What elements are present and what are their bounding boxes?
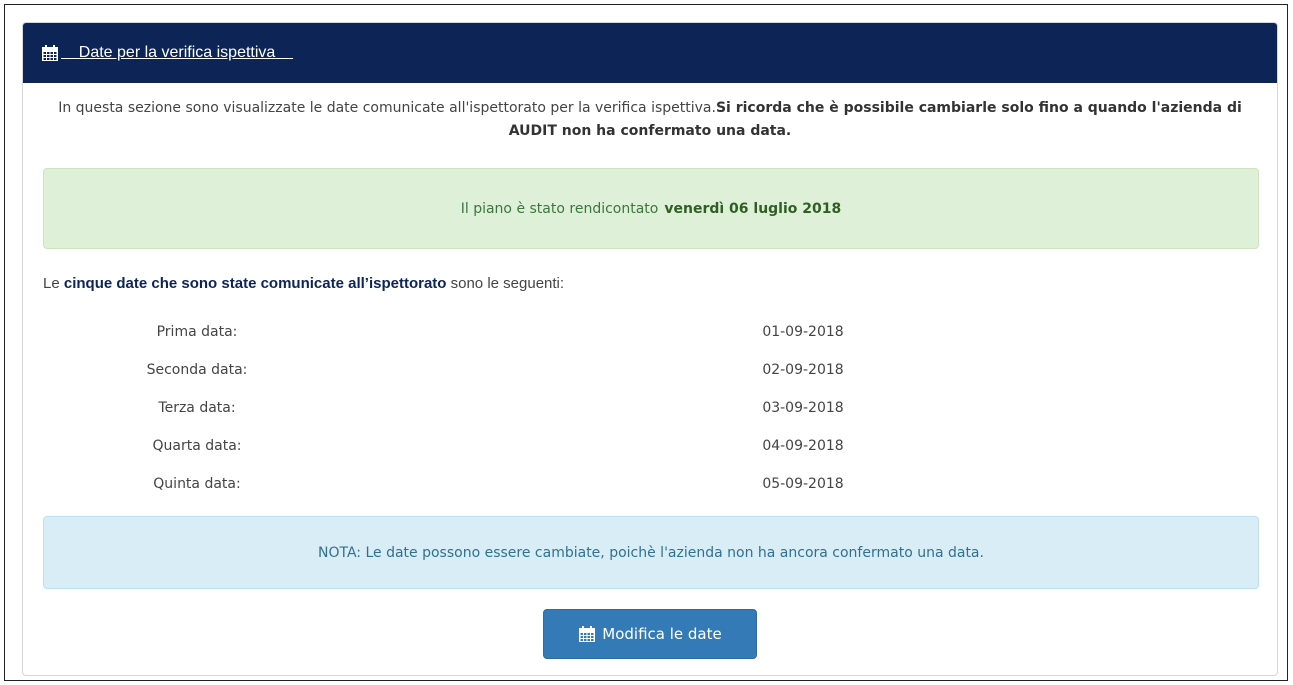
date-row: Quinta data: 05-09-2018	[23, 468, 1277, 506]
date-value: 01-09-2018	[762, 324, 844, 340]
date-row: Terza data: 03-09-2018	[23, 392, 1277, 430]
calendar-icon	[41, 44, 59, 62]
info-alert-text: NOTA: Le date possono essere cambiate, p…	[318, 544, 984, 561]
date-label: Prima data:	[156, 324, 238, 340]
success-alert-date: venerdì 06 luglio 2018	[664, 200, 842, 217]
dates-list: Prima data: 01-09-2018 Seconda data: 02-…	[23, 316, 1277, 506]
date-row: Prima data: 01-09-2018	[23, 316, 1277, 354]
date-label: Quarta data:	[152, 438, 242, 454]
date-value: 03-09-2018	[762, 400, 844, 416]
modify-dates-button-label: Modifica le date	[602, 625, 722, 643]
dates-intro: Le cinque date che sono state comunicate…	[43, 275, 564, 292]
dates-intro-highlight: cinque date che sono state comunicate al…	[63, 275, 447, 292]
date-value: 02-09-2018	[762, 362, 844, 378]
date-label: Terza data:	[158, 400, 236, 416]
date-label: Quinta data:	[153, 476, 241, 492]
date-panel: Date per la verifica ispettiva In questa…	[22, 22, 1278, 676]
date-value: 05-09-2018	[762, 476, 844, 492]
intro-text-normal: In questa sezione sono visualizzate le d…	[58, 100, 716, 116]
success-alert: Il piano è stato rendicontato venerdì 06…	[43, 168, 1259, 249]
intro-text: In questa sezione sono visualizzate le d…	[23, 83, 1277, 143]
date-row: Quarta data: 04-09-2018	[23, 430, 1277, 468]
date-row: Seconda data: 02-09-2018	[23, 354, 1277, 392]
calendar-icon	[578, 625, 596, 643]
panel-heading: Date per la verifica ispettiva	[23, 23, 1277, 83]
outer-frame: Date per la verifica ispettiva In questa…	[4, 4, 1288, 681]
success-alert-text: Il piano è stato rendicontato	[460, 200, 659, 217]
date-label: Seconda data:	[146, 362, 248, 378]
dates-intro-suffix: sono le seguenti:	[450, 275, 565, 292]
modify-dates-button[interactable]: Modifica le date	[543, 609, 757, 659]
panel-title: Date per la verifica ispettiva	[78, 44, 276, 61]
info-alert: NOTA: Le date possono essere cambiate, p…	[43, 516, 1259, 589]
dates-intro-prefix: Le	[43, 275, 60, 292]
date-value: 04-09-2018	[762, 438, 844, 454]
